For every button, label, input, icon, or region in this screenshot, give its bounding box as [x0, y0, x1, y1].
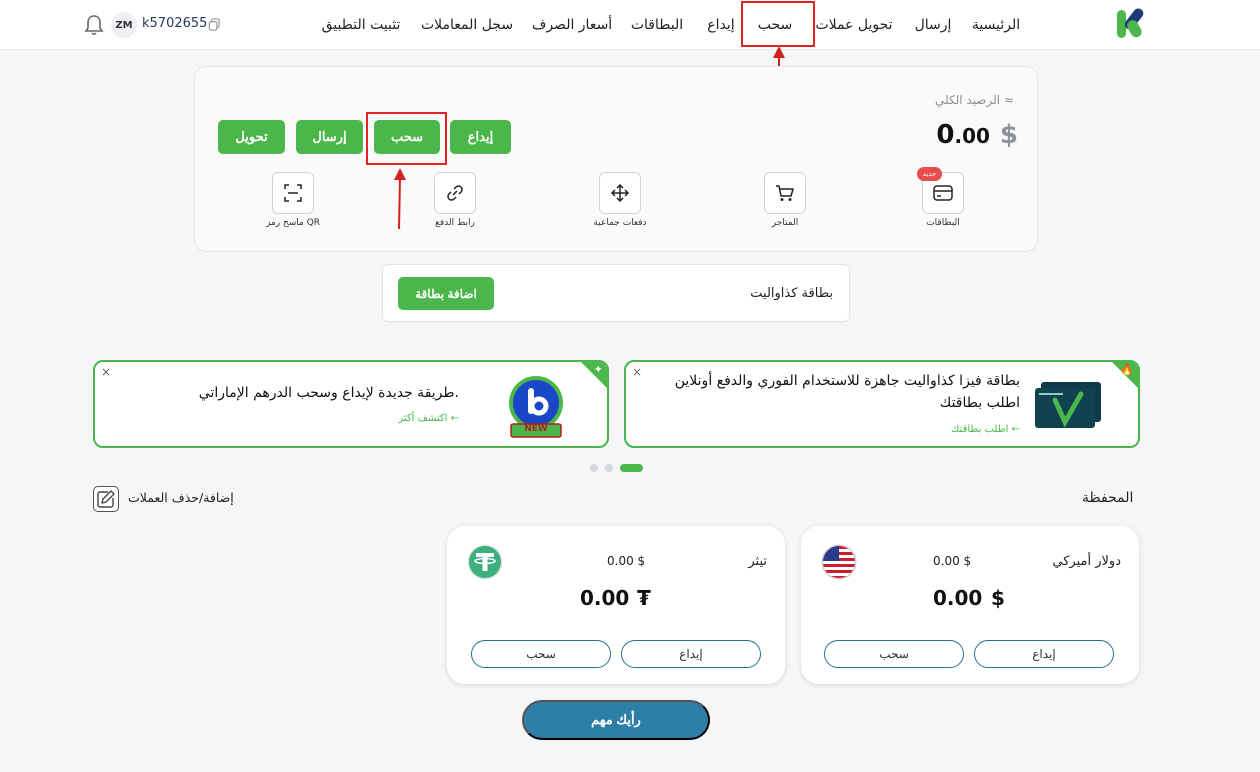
currency-amount: 0.00: [933, 586, 983, 610]
promo-link[interactable]: اكتشف أكثر ←: [398, 413, 459, 424]
flame-icon: 🔥: [1120, 363, 1134, 376]
new-badge: NEW: [524, 424, 548, 434]
promo-link[interactable]: اطلب بطاقتك ←: [951, 424, 1020, 435]
promo-title: طريقة جديدة لإيداع وسحب الدرهم الإماراتي…: [198, 385, 459, 401]
quick-action-label: البطاقات: [926, 218, 960, 228]
cart-icon: [764, 172, 806, 214]
user-id: k5702655: [142, 16, 208, 31]
nav-send[interactable]: إرسال: [915, 0, 952, 50]
avatar[interactable]: ZM: [111, 12, 137, 38]
carousel-dot[interactable]: [590, 464, 598, 472]
us-flag-icon: [821, 544, 857, 580]
qr-scan-icon: [272, 172, 314, 214]
nav-transactions[interactable]: سجل المعاملات: [421, 0, 513, 50]
currency-symbol: $: [991, 586, 1005, 610]
usdt-deposit-button[interactable]: إيداع: [621, 640, 761, 668]
annotation-arrow-up-icon: [394, 168, 406, 230]
currency-card-usdt: تيثر 0.00 $ ₮ 0.00 إيداع سحب: [447, 526, 785, 684]
quick-action-label: ماسح رمز QR: [265, 218, 321, 228]
promo-banner-aed[interactable]: ✦ × NEW طريقة جديدة لإيداع وسحب الدرهم ا…: [93, 360, 609, 448]
tether-icon: [467, 544, 503, 580]
nav-home[interactable]: الرئيسية: [972, 0, 1020, 50]
feedback-button[interactable]: رأيك مهم: [522, 700, 710, 740]
total-balance-label: الرصيد الكلي ≈: [934, 93, 1014, 107]
carousel-dot-active[interactable]: [620, 464, 643, 472]
quick-action-stores[interactable]: المتاجر: [745, 172, 825, 228]
quick-action-payment-link[interactable]: رابط الدفع: [415, 172, 495, 228]
carousel-dot[interactable]: [605, 464, 613, 472]
quick-action-bulk-payments[interactable]: دفعات جماعية: [580, 172, 660, 228]
currency-card-usd: دولار أميركي 0.00 $ $ 0.00 إيداع سحب: [801, 526, 1139, 684]
sparkle-icon: ✦: [593, 363, 603, 376]
balance-currency-symbol: $: [999, 120, 1018, 150]
nav-exchange-rates[interactable]: أسعار الصرف: [532, 0, 612, 50]
nav-deposit[interactable]: إيداع: [707, 0, 735, 50]
move-arrows-icon: [599, 172, 641, 214]
card-panel-title: بطاقة كذاواليت: [750, 286, 833, 301]
currency-name: تيثر: [748, 554, 767, 569]
wallet-card-panel: بطاقة كذاواليت اضافة بطاقة: [382, 264, 850, 322]
quick-action-label: دفعات جماعية: [593, 218, 647, 228]
kazawallet-logo[interactable]: [1115, 6, 1151, 42]
currency-usd-value: 0.00 $: [933, 554, 972, 568]
promo-banner-visa[interactable]: 🔥 × بطاقة فيزا كذاواليت جاهزة للاستخدام …: [624, 360, 1140, 448]
new-badge: جديد: [917, 167, 942, 181]
convert-button[interactable]: تحويل: [218, 120, 285, 154]
copy-icon[interactable]: [208, 18, 221, 31]
quick-action-label: المتاجر: [771, 218, 799, 228]
add-remove-currencies-link[interactable]: إضافة/حذف العملات: [128, 490, 234, 505]
highlight-box-nav-withdraw: [741, 1, 815, 47]
usdt-withdraw-button[interactable]: سحب: [471, 640, 611, 668]
total-balance-amount: 0.00 $: [930, 120, 1018, 150]
nav-cards[interactable]: البطاقات: [631, 0, 683, 50]
usd-deposit-button[interactable]: إيداع: [974, 640, 1114, 668]
currency-name: دولار أميركي: [1052, 554, 1121, 569]
quick-action-qr-scanner[interactable]: ماسح رمز QR: [253, 172, 333, 228]
highlight-box-withdraw-button: [366, 112, 447, 165]
usd-withdraw-button[interactable]: سحب: [824, 640, 964, 668]
promo-title: بطاقة فيزا كذاواليت جاهزة للاستخدام الفو…: [674, 373, 1020, 411]
quick-action-cards[interactable]: البطاقات: [903, 172, 983, 228]
currency-amount: 0.00: [580, 586, 630, 610]
send-button[interactable]: إرسال: [296, 120, 363, 154]
wallet-section-title: المحفظة: [1082, 490, 1134, 506]
balance-cents: .00: [954, 124, 990, 148]
visa-card-image-icon: [1035, 382, 1101, 428]
balance-whole: 0: [936, 120, 955, 150]
link-icon: [434, 172, 476, 214]
close-icon[interactable]: ×: [101, 365, 111, 379]
nav-install-app[interactable]: تثبيت التطبيق: [322, 0, 401, 50]
bell-icon[interactable]: [84, 14, 104, 36]
edit-icon[interactable]: [93, 486, 119, 512]
close-icon[interactable]: ×: [632, 365, 642, 379]
add-card-button[interactable]: اضافة بطاقة: [398, 277, 494, 310]
quick-action-label: رابط الدفع: [435, 218, 475, 228]
deposit-button[interactable]: إيداع: [450, 120, 511, 154]
currency-usd-value: 0.00 $: [607, 554, 646, 568]
nav-currency-exchange[interactable]: تحويل عملات: [815, 0, 892, 50]
top-navigation-bar: الرئيسية إرسال تحويل عملات سحب إيداع الب…: [0, 0, 1260, 50]
currency-symbol: ₮: [637, 586, 651, 610]
